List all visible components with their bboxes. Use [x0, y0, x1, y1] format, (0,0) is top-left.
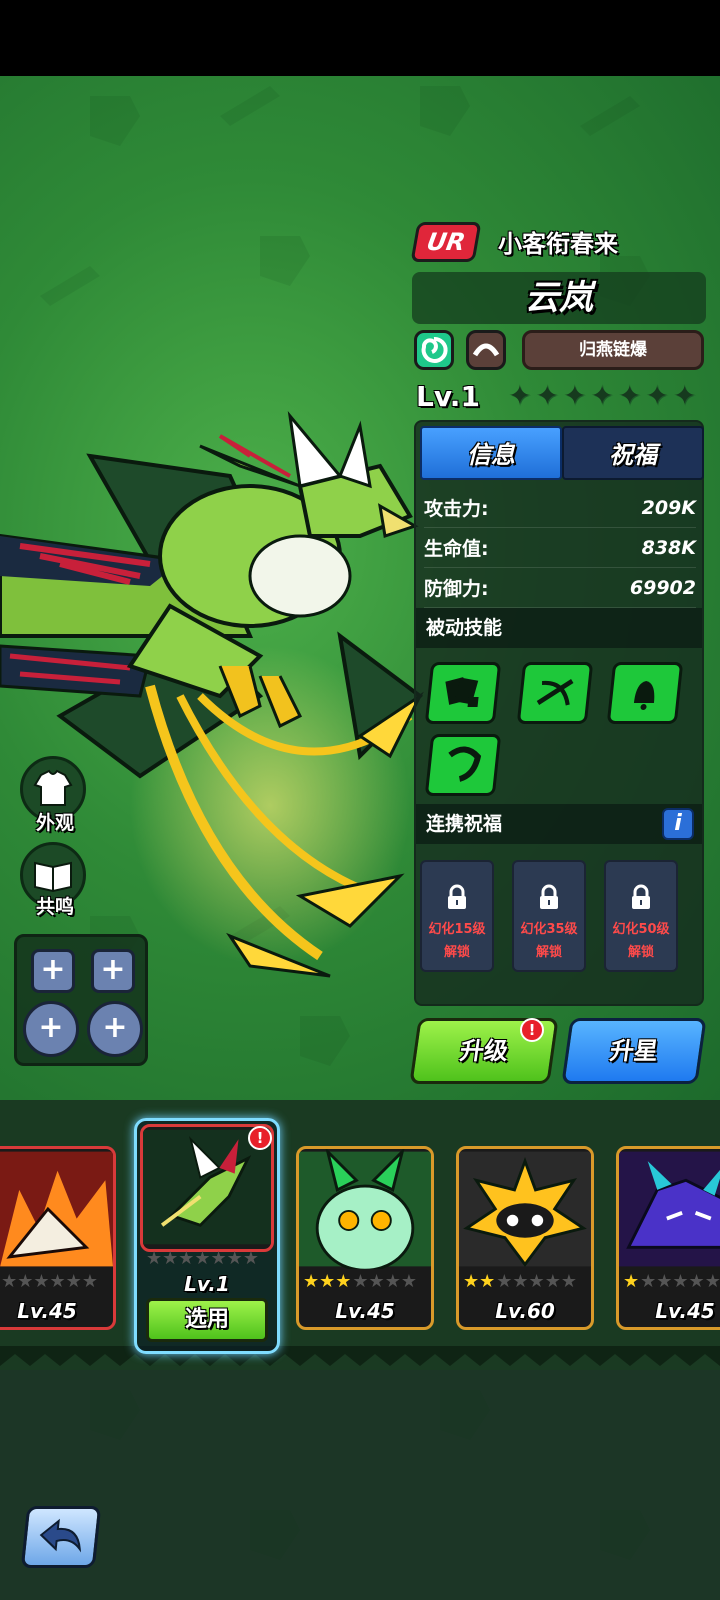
- link-blessing-header: 连携祝福 i: [416, 804, 702, 844]
- locked-blessing-slot[interactable]: 幻化50级 解锁: [604, 860, 678, 972]
- add-slot-button[interactable]: +: [87, 1001, 143, 1057]
- star-icon: ✦: [645, 379, 669, 412]
- star-icon: ✦: [562, 379, 587, 412]
- rarity-badge: UR: [410, 222, 482, 262]
- stat-hp: 生命值: 838K: [424, 528, 696, 568]
- info-button[interactable]: i: [662, 808, 694, 840]
- upgrade-alert-badge: !: [520, 1018, 544, 1042]
- roster-card[interactable]: ★★★★★★★ Lv.45: [616, 1146, 720, 1330]
- card-alert-badge: !: [248, 1126, 272, 1150]
- dice-cards-icon[interactable]: [424, 662, 502, 724]
- mint-owl-portrait: [299, 1149, 431, 1269]
- add-slot-button[interactable]: +: [23, 1001, 79, 1057]
- status-bar: [0, 0, 720, 76]
- select-hero-button[interactable]: 选用: [146, 1298, 268, 1342]
- card-level: Lv.45: [655, 1299, 715, 1323]
- card-stars: ★★★★★★★: [303, 1271, 417, 1292]
- stat-label: 防御力:: [424, 578, 489, 600]
- unlock-requirement: 幻化50级: [612, 922, 670, 937]
- stat-defense: 防御力: 69902: [424, 568, 696, 608]
- stat-label: 生命值:: [424, 538, 489, 560]
- bottom-area: [0, 1370, 720, 1600]
- star-rating: ✦ ✦ ✦ ✦ ✦ ✦ ✦: [508, 380, 696, 412]
- roster-card[interactable]: ★★★★★★★ Lv.45: [0, 1146, 116, 1330]
- unlock-requirement: 幻化35级: [520, 922, 578, 937]
- appearance-label: 外观: [35, 812, 74, 834]
- bell-icon[interactable]: [606, 662, 684, 724]
- roster-card[interactable]: ★★ ★★★★★ Lv.60: [456, 1146, 594, 1330]
- add-slot-button[interactable]: +: [31, 949, 75, 993]
- star-icon: ✦: [535, 379, 559, 412]
- equipment-slots: + + + +: [14, 934, 148, 1066]
- card-stars: ★★★★★★★: [463, 1271, 577, 1292]
- skin-title: 小客衔春来: [498, 230, 618, 258]
- tab-info[interactable]: 信息: [420, 426, 562, 480]
- horn-icon[interactable]: [424, 734, 502, 796]
- skill-name-button[interactable]: 归燕链爆: [522, 330, 704, 370]
- card-level: Lv.45: [335, 1299, 395, 1323]
- back-button[interactable]: [20, 1506, 102, 1568]
- stat-value: 209K: [641, 496, 696, 519]
- locked-blessing-slot[interactable]: 幻化15级 解锁: [420, 860, 494, 972]
- wind-element-icon[interactable]: [414, 330, 454, 370]
- add-slot-button[interactable]: +: [91, 949, 135, 993]
- tab-blessing[interactable]: 祝福: [562, 426, 704, 480]
- stat-value: 69902: [629, 576, 696, 599]
- star-up-button[interactable]: 升星: [561, 1018, 707, 1084]
- locked-blessing-slot[interactable]: 幻化35级 解锁: [512, 860, 586, 972]
- lock-icon: [630, 884, 652, 910]
- class-rank-icon[interactable]: [466, 330, 506, 370]
- star-icon: ✦: [508, 379, 532, 412]
- fire-beast-portrait: [0, 1151, 113, 1267]
- star-icon: ✦: [617, 379, 642, 412]
- card-stars: ★★★★★★★: [623, 1271, 720, 1292]
- card-level: Lv.60: [495, 1299, 555, 1323]
- unlock-requirement: 幻化15级: [428, 922, 486, 937]
- card-level: Lv.1: [184, 1272, 230, 1296]
- zigzag-divider: [0, 1346, 720, 1366]
- info-panel: 信息 祝福 攻击力: 209K 生命值: 838K 防御力: 69902 被动技…: [414, 420, 704, 1006]
- purple-dragon-portrait: [619, 1151, 720, 1267]
- card-stars: ★★★★★★★: [0, 1271, 98, 1292]
- crossbow-icon[interactable]: [516, 662, 594, 724]
- stat-label: 攻击力:: [424, 498, 489, 520]
- lock-icon: [446, 884, 468, 910]
- unlock-status: 解锁: [535, 945, 562, 960]
- star-icon: ✦: [590, 379, 614, 412]
- star-icon: ✦: [672, 379, 697, 412]
- unlock-status: 解锁: [443, 945, 470, 960]
- card-level: Lv.45: [17, 1299, 77, 1323]
- stat-attack: 攻击力: 209K: [424, 488, 696, 528]
- passive-skills-header: 被动技能: [416, 608, 702, 648]
- background-pattern: [90, 1390, 650, 1560]
- unlock-status: 解锁: [627, 945, 654, 960]
- hero-name: 云岚: [412, 272, 706, 324]
- yellow-puffer-portrait: [459, 1151, 591, 1267]
- roster-card[interactable]: ★★★★★★★ Lv.45: [296, 1146, 434, 1330]
- lock-icon: [538, 884, 560, 910]
- card-stars: ★★★★★★★: [146, 1248, 259, 1269]
- back-arrow-icon: [39, 1518, 82, 1553]
- resonance-label: 共鸣: [35, 896, 74, 918]
- link-blessing-title: 连携祝福: [426, 813, 503, 835]
- stat-value: 838K: [641, 536, 696, 559]
- hero-level: Lv.1: [416, 380, 480, 413]
